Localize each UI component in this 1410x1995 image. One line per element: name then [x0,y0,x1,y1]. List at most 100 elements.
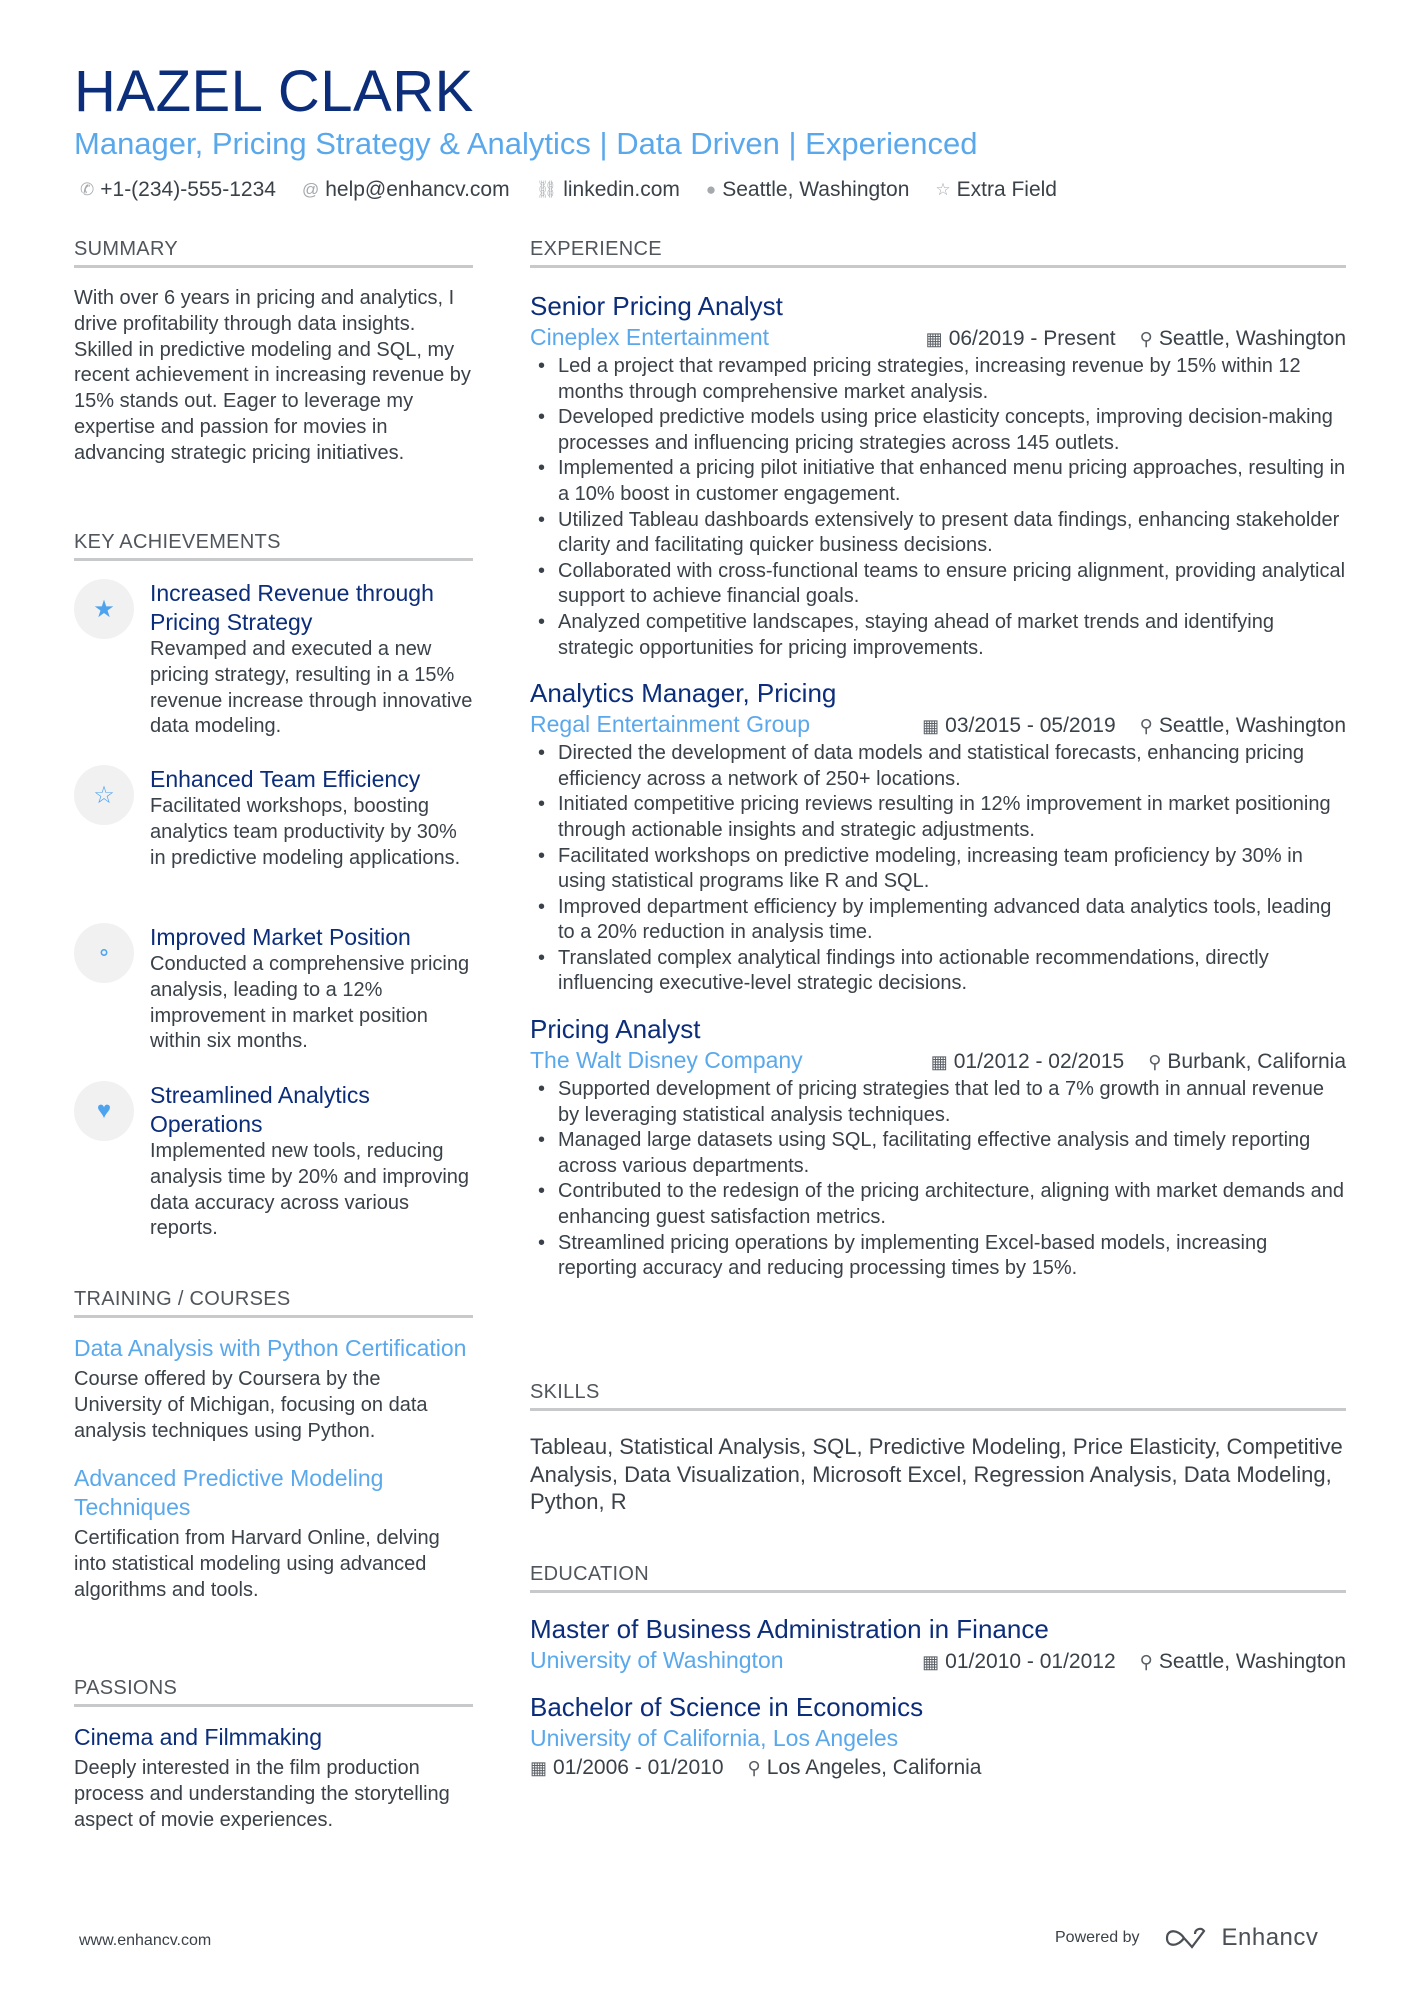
job-location: Seattle, Washington [1158,714,1346,738]
star-outline-icon: ☆ [74,765,134,825]
enhancv-logo-icon [1165,1927,1205,1949]
achievement-desc: Implemented new tools, reducing analysis… [150,1140,470,1240]
education-section: EDUCATION Master of Business Administrat… [530,1563,1346,1783]
section-heading: SKILLS [530,1381,1346,1411]
job-dates: 01/2012 - 02/2015 [953,1050,1125,1074]
job-company: Cineplex Entertainment [530,324,770,350]
contact-text: linkedin.com [563,178,680,201]
skills-section: SKILLS Tableau, Statistical Analysis, SQ… [530,1381,1346,1516]
bullet: Contributed to the redesign of the prici… [530,1179,1346,1230]
brand-name: Enhancv [1221,1924,1319,1951]
achievement-desc: Facilitated workshops, boosting analytic… [150,795,461,869]
lightbulb-icon: ⚬ [74,923,134,983]
contact-email[interactable]: @ help@enhancv.com [302,178,510,202]
contact-text: +1-(234)-555-1234 [100,178,276,201]
calendar-icon: ▦ [925,329,943,349]
contact-phone[interactable]: ✆ +1-(234)-555-1234 [80,178,276,202]
education-entry: Bachelor of Science in Economics Univers… [530,1691,1346,1783]
contact-bar: ✆ +1-(234)-555-1234 @ help@enhancv.com ⛓… [80,178,1057,202]
job-company: The Walt Disney Company [530,1047,803,1074]
summary-text: With over 6 years in pricing and analyti… [74,287,471,464]
course-title: Data Analysis with Python Certification [74,1335,467,1361]
achievement-desc: Revamped and executed a new pricing stra… [150,638,473,738]
job-dates: 06/2019 - Present [948,327,1116,350]
powered-by-label: Powered by [1055,1929,1140,1946]
location-icon: ⚲ [1139,1652,1153,1672]
contact-linkedin[interactable]: ⛓ linkedin.com [536,178,680,202]
degree: Bachelor of Science in Economics [530,1692,924,1722]
job-location: Burbank, California [1167,1050,1346,1074]
job-title: Senior Pricing Analyst [530,291,783,321]
job-bullets: Led a project that revamped pricing stra… [530,354,1346,661]
bullet: Directed the development of data models … [530,741,1346,792]
edu-dates: 01/2010 - 01/2012 [945,1650,1116,1673]
summary-section: SUMMARY With over 6 years in pricing and… [74,238,473,467]
calendar-icon: ▦ [922,716,940,737]
achievements-section: KEY ACHIEVEMENTS ★ Increased Revenue thr… [74,531,473,1251]
candidate-tagline: Manager, Pricing Strategy & Analytics | … [74,126,978,161]
at-icon: @ [301,180,320,199]
bullet: Managed large datasets using SQL, facili… [530,1128,1346,1179]
star-outline-icon: ☆ [935,180,951,199]
job-title: Analytics Manager, Pricing [530,678,837,709]
course-desc: Course offered by Coursera by the Univer… [74,1368,428,1442]
achievement-title: Improved Market Position [150,924,411,950]
link-icon: ⛓ [535,180,558,199]
achievement-item: ☆ Enhanced Team Efficiency Facilitated w… [74,765,473,871]
section-heading: EXPERIENCE [530,238,1346,268]
section-heading: SUMMARY [74,238,473,268]
passion-item: Cinema and Filmmaking Deeply interested … [74,1723,473,1833]
section-heading: PASSIONS [74,1677,473,1707]
calendar-icon: ▦ [922,1652,940,1672]
job-bullets: Supported development of pricing strateg… [530,1077,1346,1282]
job-dates: 03/2015 - 05/2019 [945,714,1116,738]
location-icon: ⚲ [1148,1052,1162,1073]
edu-location: Los Angeles, California [766,1756,982,1779]
degree: Master of Business Administration in Fin… [530,1614,1049,1644]
achievement-title: Increased Revenue through Pricing Strate… [150,580,434,635]
contact-location: ● Seattle, Washington [706,178,909,202]
school: University of Washington [530,1647,784,1673]
star-filled-icon: ★ [74,579,134,639]
section-heading: EDUCATION [530,1563,1346,1593]
job-title: Pricing Analyst [530,1014,701,1045]
achievement-item: ⚬ Improved Market Position Conducted a c… [74,923,473,1055]
course-item: Advanced Predictive Modeling Techniques … [74,1464,473,1603]
passion-title: Cinema and Filmmaking [74,1724,322,1750]
job-entry: Senior Pricing Analyst Cineplex Entertai… [530,290,1346,661]
education-entry: Master of Business Administration in Fin… [530,1613,1346,1677]
achievement-desc: Conducted a comprehensive pricing analys… [150,953,470,1053]
contact-text: Extra Field [956,178,1057,201]
school: University of California, Los Angeles [530,1725,899,1751]
course-title: Advanced Predictive Modeling Techniques [74,1465,384,1521]
bullet: Developed predictive models using price … [530,405,1346,456]
experience-section: EXPERIENCE Senior Pricing Analyst Cinepl… [530,238,1346,1282]
achievement-item: ♥ Streamlined Analytics Operations Imple… [74,1081,473,1242]
bullet: Analyzed competitive landscapes, staying… [530,610,1346,661]
phone-icon: ✆ [80,180,95,199]
bullet: Supported development of pricing strateg… [530,1077,1346,1128]
section-heading: TRAINING / COURSES [74,1288,473,1318]
bullet: Implemented a pricing pilot initiative t… [530,456,1346,507]
job-entry: Analytics Manager, Pricing Regal Enterta… [530,677,1346,997]
footer-branding: Powered by Enhancv [1055,1924,1318,1952]
bullet: Led a project that revamped pricing stra… [530,354,1346,405]
section-heading: KEY ACHIEVEMENTS [74,531,473,561]
job-company: Regal Entertainment Group [530,711,810,738]
bullet: Utilized Tableau dashboards extensively … [530,508,1346,559]
location-icon: ● [705,180,717,199]
location-icon: ⚲ [747,1758,761,1778]
candidate-name: HAZEL CLARK [74,59,474,124]
course-desc: Certification from Harvard Online, delvi… [74,1527,440,1601]
location-icon: ⚲ [1139,329,1153,349]
edu-location: Seattle, Washington [1158,1650,1346,1673]
achievement-title: Enhanced Team Efficiency [150,766,421,792]
bullet: Improved department efficiency by implem… [530,895,1346,946]
job-entry: Pricing Analyst The Walt Disney Company … [530,1013,1346,1282]
skills-text: Tableau, Statistical Analysis, SQL, Pred… [530,1434,1343,1514]
bullet: Translated complex analytical findings i… [530,946,1346,997]
training-section: TRAINING / COURSES Data Analysis with Py… [74,1288,473,1604]
job-location: Seattle, Washington [1158,327,1346,350]
bullet: Collaborated with cross-functional teams… [530,559,1346,610]
footer-website[interactable]: www.enhancv.com [79,1932,211,1950]
